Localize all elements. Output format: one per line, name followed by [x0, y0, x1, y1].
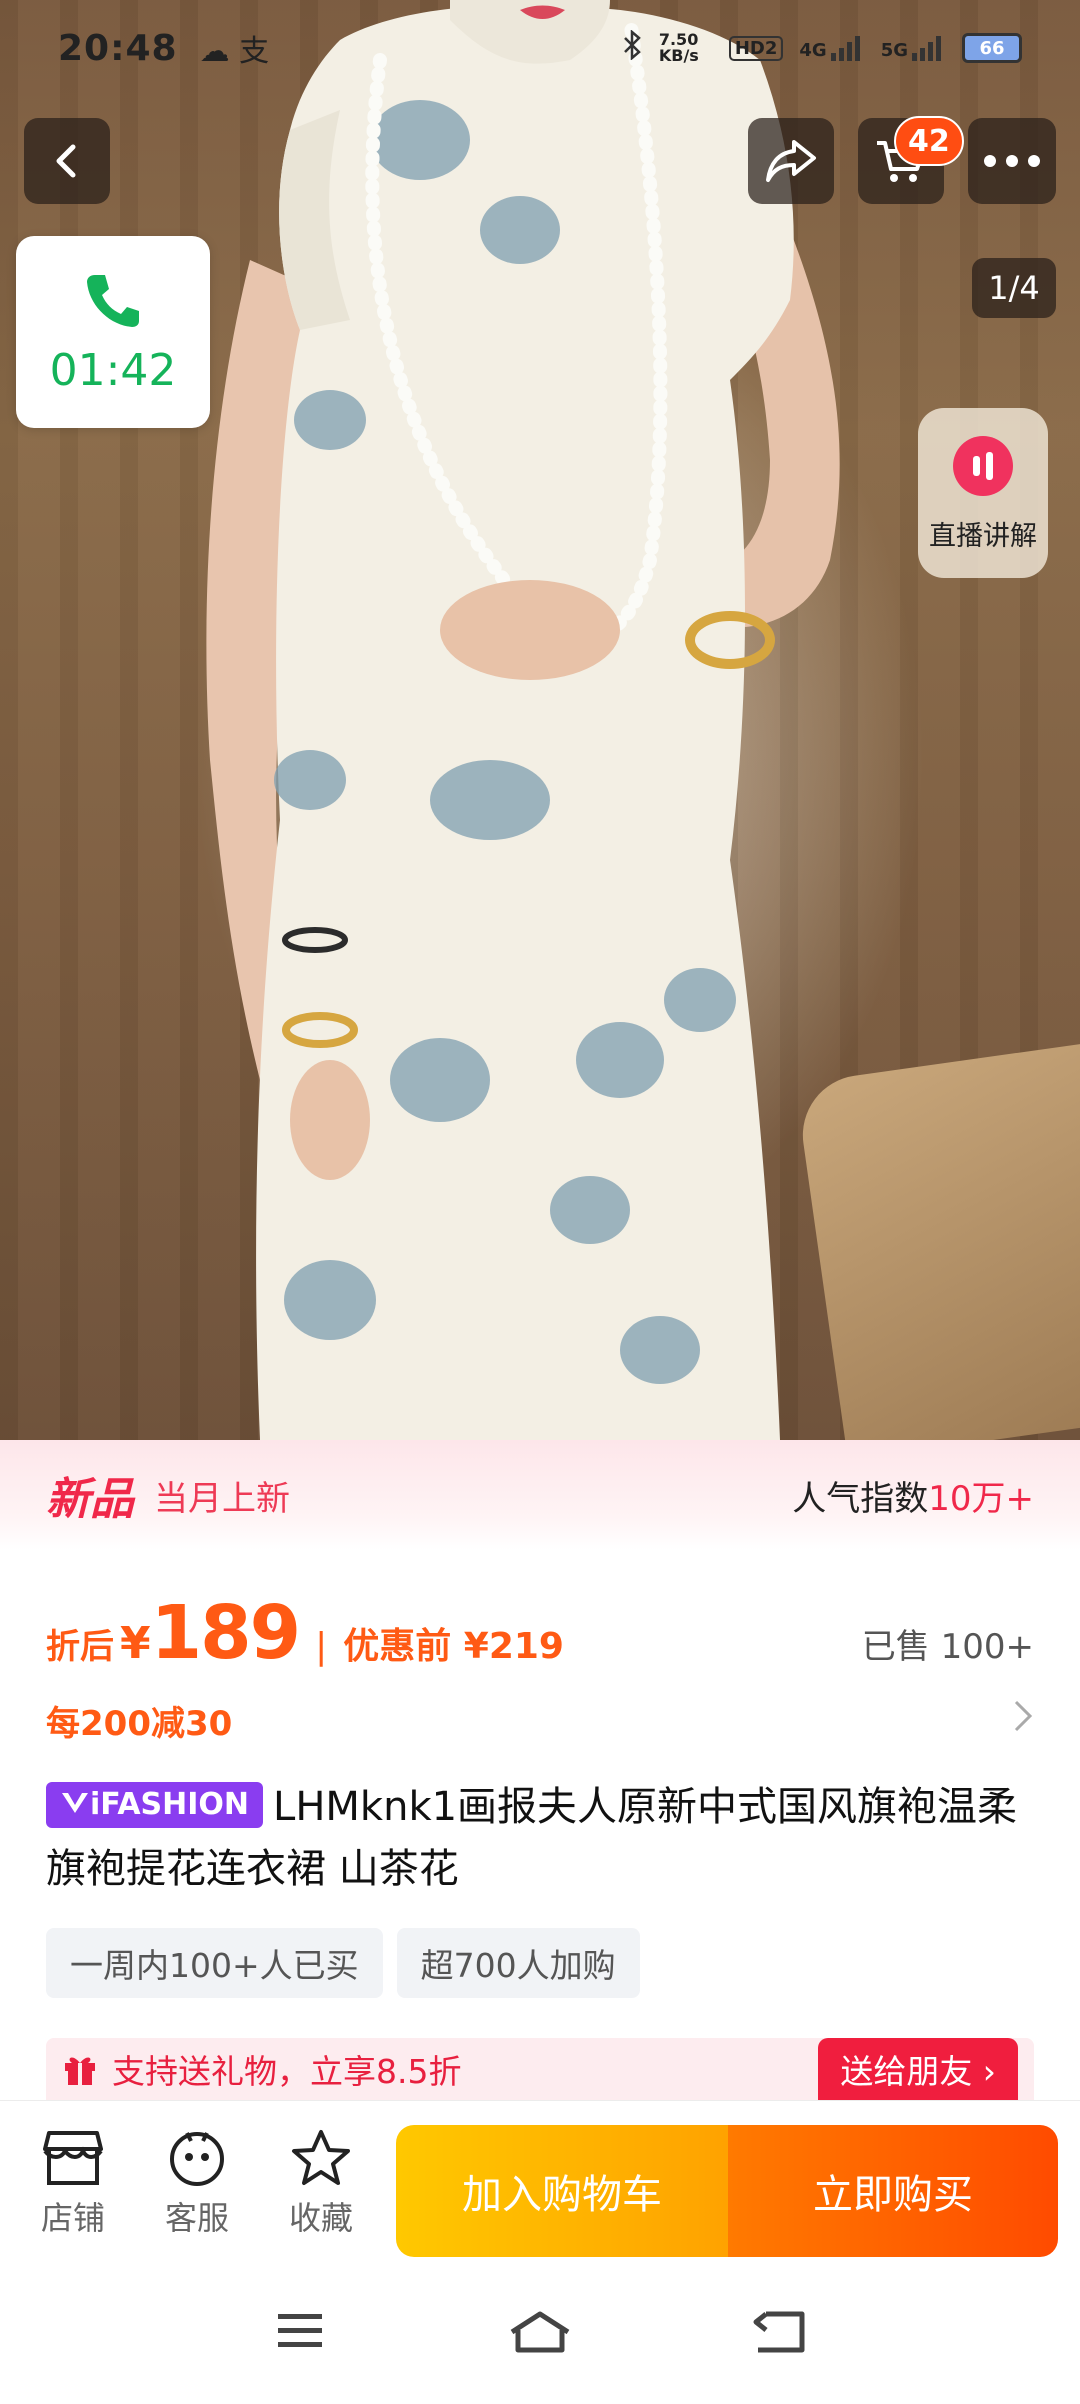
signal-4g: 4G [799, 35, 864, 61]
new-sub: 当月上新 [154, 1478, 290, 1519]
social-proof-chips: 一周内100+人已买 超700人加购 [46, 1928, 640, 1998]
buy-now-button[interactable]: 立即购买 [728, 2125, 1058, 2257]
image-counter: 1/4 [972, 258, 1056, 318]
phone-icon [87, 274, 139, 327]
shop-button[interactable]: 店铺 [18, 2129, 128, 2239]
favorite-label: 收藏 [288, 2199, 353, 2237]
call-floating-card[interactable]: 01:42 [16, 236, 210, 428]
live-explain-button[interactable]: 直播讲解 [918, 408, 1048, 578]
status-right: 7.50 KB/s HD2 4G 5G 66 [623, 29, 1022, 66]
product-image[interactable] [0, 0, 1080, 1440]
brand-badge: iFASHION [46, 1782, 264, 1828]
share-button[interactable] [748, 118, 834, 204]
product-title: iFASHION LHMknk1画报夫人原新中式国风旗袍温柔旗袍提花连衣裙 山茶… [46, 1776, 1034, 1900]
menu-icon[interactable] [276, 2310, 324, 2354]
promo-row[interactable]: 每200减30 [46, 1696, 1034, 1745]
gift-icon [65, 2057, 95, 2085]
more-dots-icon [984, 155, 1040, 167]
shop-label: 店铺 [40, 2199, 105, 2237]
hd-badge: HD2 [728, 35, 784, 61]
star-icon [292, 2130, 350, 2185]
price-prefix: 折后 [46, 1627, 114, 1667]
cart-count-badge: 42 [894, 116, 964, 166]
customer-service-button[interactable]: 客服 [142, 2129, 252, 2239]
bluetooth-icon [623, 29, 643, 66]
status-bar: 20:48 ☁ 支 7.50 KB/s HD2 4G 5G 66 [0, 0, 1080, 96]
back-nav-icon[interactable] [752, 2310, 806, 2358]
service-label: 客服 [164, 2199, 229, 2237]
promo-text: 每200减30 [46, 1704, 233, 1744]
new-tag: 新品 [46, 1474, 134, 1525]
gift-banner[interactable]: 支持送礼物，立享8.5折 送给朋友 › [46, 2038, 1034, 2100]
gift-text: 支持送礼物，立享8.5折 [112, 2052, 462, 2091]
battery-icon: 66 [962, 33, 1022, 63]
shop-icon [43, 2131, 103, 2185]
chevron-left-icon [56, 144, 76, 178]
back-button[interactable] [24, 118, 110, 204]
sold-count: 已售 100+ [861, 1627, 1034, 1667]
live-label: 直播讲解 [929, 521, 1037, 552]
share-icon [766, 140, 816, 182]
service-face-icon [170, 2132, 224, 2186]
new-arrival-band: 新品 当月上新 人气指数10万+ [0, 1440, 1080, 1550]
chip-bought: 一周内100+人已买 [46, 1928, 383, 1998]
system-nav-bar [0, 2270, 1080, 2404]
home-icon[interactable] [508, 2310, 572, 2358]
original-price: 优惠前 ¥219 [343, 1626, 564, 1667]
send-to-friend-button[interactable]: 送给朋友 › [818, 2038, 1018, 2100]
bottom-action-bar: 店铺 客服 收藏 加入购物车 立即购买 [0, 2100, 1080, 2270]
more-button[interactable] [968, 118, 1056, 204]
net-speed: 7.50 KB/s [658, 30, 699, 65]
chevron-right-icon [1012, 1698, 1034, 1743]
price-row: 折后 ¥ 189 | 优惠前 ¥219 已售 100+ [46, 1590, 1034, 1676]
notification-icons: ☁ 支 [199, 34, 270, 69]
signal-5g: 5G [881, 35, 946, 61]
favorite-button[interactable]: 收藏 [266, 2129, 376, 2239]
ifashion-logo-icon [62, 1793, 88, 1813]
product-info-panel: 新品 当月上新 人气指数10万+ 折后 ¥ 189 | 优惠前 ¥219 已售 … [0, 1440, 1080, 2100]
call-duration: 01:42 [49, 344, 177, 396]
popularity-index: 人气指数10万+ [792, 1478, 1034, 1519]
price-separator: | [315, 1626, 328, 1667]
chip-added: 超700人加购 [396, 1928, 640, 1998]
live-icon [953, 436, 1013, 496]
clock: 20:48 [58, 27, 178, 69]
price-currency: ¥ [120, 1618, 151, 1669]
add-to-cart-button[interactable]: 加入购物车 [396, 2125, 728, 2257]
qipao-dress-illustration [206, 0, 840, 1440]
price-amount: 189 [150, 1590, 301, 1676]
